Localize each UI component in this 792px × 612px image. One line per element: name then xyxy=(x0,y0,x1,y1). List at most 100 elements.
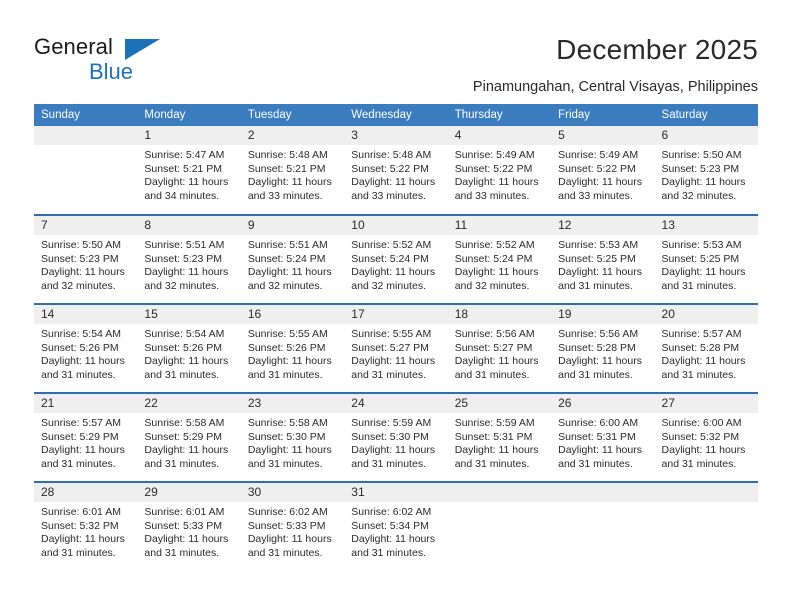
sunrise-time: Sunrise: 5:59 AM xyxy=(454,417,535,429)
calendar-day-cell[interactable]: 28 Sunrise: 6:01 AM Sunset: 5:32 PM Dayligh… xyxy=(34,481,138,571)
calendar-day-cell[interactable]: 17 Sunrise: 5:55 AM Sunset: 5:27 PM Dayligh… xyxy=(344,303,448,393)
calendar-day-number: 2 xyxy=(240,126,345,145)
sunrise-time: Sunrise: 6:01 AM xyxy=(41,506,121,518)
calendar-day-cell[interactable]: 6 Sunrise: 5:50 AM Sunset: 5:23 PM Daylight… xyxy=(654,126,758,215)
calendar-day-cell[interactable]: 9 Sunrise: 5:51 AM Sunset: 5:24 PM Daylight… xyxy=(240,214,345,304)
sunrise-time: Sunrise: 5:57 AM xyxy=(41,417,121,429)
calendar-day-number: 8 xyxy=(137,216,241,235)
calendar-day-details: Sunrise: 5:47 AM Sunset: 5:21 PM Daylight:… xyxy=(137,145,240,203)
sunset-time: Sunset: 5:29 PM xyxy=(41,430,119,443)
daylight-duration-line1: Daylight: 11 hours xyxy=(351,444,436,457)
daylight-duration-line1: Daylight: 11 hours xyxy=(144,533,229,546)
page-title: December 2025 xyxy=(556,34,758,65)
calendar-day-cell[interactable]: 15 Sunrise: 5:54 AM Sunset: 5:26 PM Dayligh… xyxy=(137,303,241,393)
calendar-day-cell[interactable]: 19 Sunrise: 5:56 AM Sunset: 5:28 PM Dayligh… xyxy=(551,303,655,393)
calendar-page: General Blue December 2025 Pinamungahan,… xyxy=(0,0,792,612)
calendar-day-cell[interactable]: 2 Sunrise: 5:48 AM Sunset: 5:21 PM Daylight… xyxy=(240,126,345,215)
calendar-day-cell[interactable]: 4 Sunrise: 5:49 AM Sunset: 5:22 PM Daylight… xyxy=(447,126,552,215)
sunset-time: Sunset: 5:34 PM xyxy=(351,519,429,532)
daylight-duration-line1: Daylight: 11 hours xyxy=(454,355,539,368)
calendar-day-cell[interactable]: 30 Sunrise: 6:02 AM Sunset: 5:33 PM Dayligh… xyxy=(240,481,345,571)
calendar-day-cell[interactable]: 21 Sunrise: 5:57 AM Sunset: 5:29 PM Dayligh… xyxy=(34,392,138,482)
sunset-time: Sunset: 5:21 PM xyxy=(144,162,223,175)
sunrise-time: Sunrise: 5:56 AM xyxy=(454,328,535,340)
daylight-duration-line1: Daylight: 11 hours xyxy=(144,176,229,189)
sunrise-time: Sunrise: 5:55 AM xyxy=(247,328,328,340)
calendar-day-cell[interactable]: 14 Sunrise: 5:54 AM Sunset: 5:26 PM Dayligh… xyxy=(34,303,138,393)
calendar-day-cell[interactable]: 22 Sunrise: 5:58 AM Sunset: 5:29 PM Dayligh… xyxy=(137,392,241,482)
calendar-day-cell-empty xyxy=(447,481,552,571)
calendar-weekday-header: Sunday Monday Tuesday Wednesday Thursday… xyxy=(34,104,758,126)
sunset-time: Sunset: 5:26 PM xyxy=(144,341,223,354)
daylight-duration-line1: Daylight: 11 hours xyxy=(351,266,436,279)
sunrise-time: Sunrise: 5:51 AM xyxy=(247,239,328,251)
daylight-duration-line2: and 31 minutes. xyxy=(661,368,737,381)
calendar-day-cell[interactable]: 3 Sunrise: 5:48 AM Sunset: 5:22 PM Daylight… xyxy=(344,126,448,215)
weekday-header-friday: Friday xyxy=(551,104,655,126)
calendar-week-row: 7 Sunrise: 5:50 AM Sunset: 5:23 PM Daylight… xyxy=(34,214,758,304)
calendar-day-cell[interactable]: 27 Sunrise: 6:00 AM Sunset: 5:32 PM Dayligh… xyxy=(654,392,758,482)
daylight-duration-line2: and 31 minutes. xyxy=(558,457,633,470)
calendar-day-cell[interactable]: 18 Sunrise: 5:56 AM Sunset: 5:27 PM Dayligh… xyxy=(447,303,552,393)
calendar-day-number: 20 xyxy=(654,305,758,324)
sunrise-time: Sunrise: 6:02 AM xyxy=(351,506,432,518)
weekday-header-saturday: Saturday xyxy=(654,104,758,126)
daylight-duration-line2: and 32 minutes. xyxy=(144,279,220,292)
daylight-duration-line2: and 31 minutes. xyxy=(247,546,323,559)
calendar-day-details: Sunrise: 5:50 AM Sunset: 5:23 PM Daylight:… xyxy=(655,145,758,203)
calendar-day-cell[interactable]: 29 Sunrise: 6:01 AM Sunset: 5:33 PM Dayligh… xyxy=(137,481,241,571)
calendar-day-cell[interactable]: 31 Sunrise: 6:02 AM Sunset: 5:34 PM Dayligh… xyxy=(344,481,448,571)
sunrise-time: Sunrise: 5:54 AM xyxy=(144,328,225,340)
sunrise-time: Sunrise: 5:55 AM xyxy=(351,328,432,340)
calendar-day-cell[interactable]: 23 Sunrise: 5:58 AM Sunset: 5:30 PM Dayligh… xyxy=(240,392,345,482)
calendar-day-cell[interactable]: 12 Sunrise: 5:53 AM Sunset: 5:25 PM Dayligh… xyxy=(551,214,655,304)
calendar-day-details: Sunrise: 6:01 AM Sunset: 5:33 PM Daylight:… xyxy=(137,502,240,560)
sunrise-time: Sunrise: 5:59 AM xyxy=(351,417,432,429)
sunrise-time: Sunrise: 5:58 AM xyxy=(144,417,225,429)
calendar-day-cell[interactable]: 7 Sunrise: 5:50 AM Sunset: 5:23 PM Daylight… xyxy=(34,214,138,304)
calendar-day-cell[interactable]: 20 Sunrise: 5:57 AM Sunset: 5:28 PM Dayligh… xyxy=(654,303,758,393)
calendar-day-cell-empty xyxy=(34,126,138,215)
calendar-day-cell[interactable]: 25 Sunrise: 5:59 AM Sunset: 5:31 PM Dayligh… xyxy=(447,392,552,482)
calendar-day-number xyxy=(34,126,138,145)
daylight-duration-line2: and 31 minutes. xyxy=(454,368,530,381)
daylight-duration-line2: and 31 minutes. xyxy=(247,368,323,381)
calendar-day-details: Sunrise: 5:49 AM Sunset: 5:22 PM Daylight:… xyxy=(551,145,654,203)
sunrise-time: Sunrise: 5:49 AM xyxy=(558,149,639,161)
page-subtitle-location: Pinamungahan, Central Visayas, Philippin… xyxy=(472,79,758,95)
calendar-day-cell[interactable]: 24 Sunrise: 5:59 AM Sunset: 5:30 PM Dayligh… xyxy=(344,392,448,482)
calendar-day-details: Sunrise: 6:02 AM Sunset: 5:33 PM Daylight:… xyxy=(241,502,344,560)
daylight-duration-line2: and 33 minutes. xyxy=(454,189,530,202)
calendar-day-cell[interactable]: 16 Sunrise: 5:55 AM Sunset: 5:26 PM Dayligh… xyxy=(240,303,345,393)
sunset-time: Sunset: 5:29 PM xyxy=(144,430,223,443)
logo-text-general: General xyxy=(34,34,113,59)
calendar-day-cell[interactable]: 26 Sunrise: 6:00 AM Sunset: 5:31 PM Dayligh… xyxy=(551,392,655,482)
calendar-day-number: 11 xyxy=(447,216,552,235)
calendar-day-cell[interactable]: 11 Sunrise: 5:52 AM Sunset: 5:24 PM Dayligh… xyxy=(447,214,552,304)
sunrise-time: Sunrise: 5:48 AM xyxy=(351,149,432,161)
sunrise-time: Sunrise: 5:53 AM xyxy=(558,239,639,251)
daylight-duration-line1: Daylight: 11 hours xyxy=(41,266,125,279)
calendar-day-cell[interactable]: 8 Sunrise: 5:51 AM Sunset: 5:23 PM Daylight… xyxy=(137,214,241,304)
daylight-duration-line1: Daylight: 11 hours xyxy=(351,355,436,368)
daylight-duration-line1: Daylight: 11 hours xyxy=(454,176,539,189)
calendar-day-cell[interactable]: 5 Sunrise: 5:49 AM Sunset: 5:22 PM Daylight… xyxy=(551,126,655,215)
calendar-day-details: Sunrise: 5:54 AM Sunset: 5:26 PM Daylight:… xyxy=(137,324,240,382)
daylight-duration-line1: Daylight: 11 hours xyxy=(247,444,332,457)
calendar-day-number: 4 xyxy=(447,126,552,145)
calendar-day-cell[interactable]: 1 Sunrise: 5:47 AM Sunset: 5:21 PM Daylight… xyxy=(137,126,241,215)
sunrise-time: Sunrise: 5:47 AM xyxy=(144,149,225,161)
calendar-day-number: 26 xyxy=(551,394,655,413)
sunset-time: Sunset: 5:23 PM xyxy=(144,252,223,265)
calendar-day-details: Sunrise: 5:48 AM Sunset: 5:22 PM Daylight:… xyxy=(344,145,447,203)
calendar-day-cell[interactable]: 10 Sunrise: 5:52 AM Sunset: 5:24 PM Dayligh… xyxy=(344,214,448,304)
calendar-day-details: Sunrise: 5:51 AM Sunset: 5:24 PM Daylight:… xyxy=(241,235,344,293)
calendar-day-number: 19 xyxy=(551,305,655,324)
calendar-day-cell[interactable]: 13 Sunrise: 5:53 AM Sunset: 5:25 PM Dayligh… xyxy=(654,214,758,304)
calendar-day-number: 14 xyxy=(34,305,138,324)
calendar-day-number: 16 xyxy=(240,305,345,324)
sunset-time: Sunset: 5:23 PM xyxy=(661,162,740,175)
sunrise-time: Sunrise: 5:58 AM xyxy=(247,417,328,429)
daylight-duration-line1: Daylight: 11 hours xyxy=(661,176,746,189)
calendar-day-cell-empty xyxy=(551,481,655,571)
